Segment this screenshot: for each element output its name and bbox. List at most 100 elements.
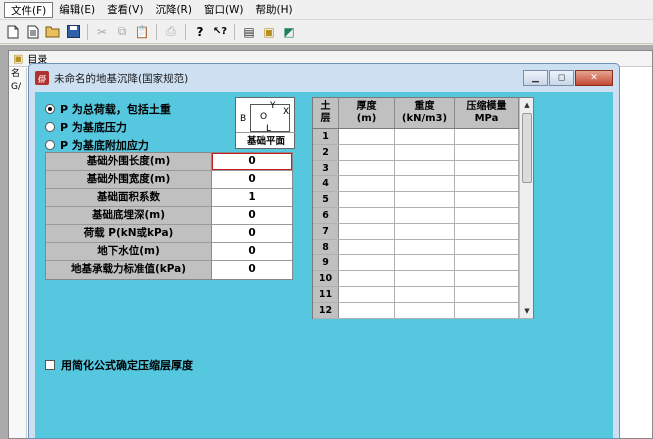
directory-icon[interactable]: ▣	[260, 23, 278, 41]
header-text: MPa	[474, 113, 499, 124]
thickness-cell[interactable]	[339, 223, 395, 239]
thickness-cell[interactable]	[339, 302, 395, 318]
unit-weight-cell[interactable]	[395, 192, 455, 207]
unit-weight-cell[interactable]	[395, 271, 455, 286]
modulus-cell[interactable]	[455, 223, 519, 239]
save-icon[interactable]	[64, 23, 82, 41]
radio-additional-stress[interactable]: P 为基底附加应力	[45, 137, 149, 153]
param-length-value[interactable]: 0	[212, 153, 292, 170]
plan-caption: 基础平面	[236, 132, 296, 147]
row-number: 7	[313, 223, 339, 239]
param-row-area-coef: 基础面积系数 1	[46, 189, 292, 207]
unit-weight-cell[interactable]	[395, 255, 455, 271]
toolbar-separator	[234, 23, 235, 40]
plan-x-label: X	[283, 107, 290, 117]
directory-tab-name[interactable]: 名	[9, 68, 26, 81]
thickness-cell[interactable]	[339, 286, 395, 302]
modulus-cell[interactable]	[455, 176, 519, 192]
modulus-cell[interactable]	[455, 207, 519, 223]
param-load-value[interactable]: 0	[212, 225, 292, 242]
table-row: 3	[313, 160, 533, 177]
menu-window[interactable]: 窗口(W)	[198, 2, 250, 18]
print-icon[interactable]: ⎙	[162, 23, 180, 41]
menu-settlement[interactable]: 沉降(R)	[149, 2, 198, 18]
thickness-cell[interactable]	[339, 255, 395, 271]
modulus-cell[interactable]	[455, 160, 519, 176]
header-compression-modulus: 压缩模量 MPa	[455, 98, 519, 128]
header-text: (m)	[356, 113, 377, 124]
param-label: 基础外围宽度(m)	[46, 171, 212, 188]
unit-weight-cell[interactable]	[395, 286, 455, 302]
help-icon[interactable]: ?	[191, 23, 209, 41]
new-file-icon[interactable]	[4, 23, 22, 41]
menu-help[interactable]: 帮助(H)	[250, 2, 299, 18]
radio-indicator[interactable]	[45, 104, 55, 114]
minimize-button[interactable]: ▁	[523, 70, 548, 86]
param-width-value[interactable]: 0	[212, 171, 292, 188]
list-icon[interactable]: ▤	[240, 23, 258, 41]
scroll-down-icon[interactable]: ▼	[520, 304, 534, 318]
directory-tab-g[interactable]: G/	[9, 81, 26, 94]
radio-indicator[interactable]	[45, 122, 55, 132]
radio-label: P 为基底压力	[60, 121, 127, 134]
simplified-formula-option[interactable]: 用简化公式确定压缩层厚度	[45, 357, 193, 373]
toolbar-separator	[156, 23, 157, 40]
thickness-cell[interactable]	[339, 207, 395, 223]
modulus-cell[interactable]	[455, 271, 519, 286]
modulus-cell[interactable]	[455, 129, 519, 144]
modulus-cell[interactable]	[455, 144, 519, 160]
header-text: 压缩模量	[466, 101, 507, 112]
soil-table-scrollbar[interactable]: ▲ ▼	[519, 98, 533, 318]
param-label: 基础面积系数	[46, 189, 212, 206]
unit-weight-cell[interactable]	[395, 144, 455, 160]
thickness-cell[interactable]	[339, 271, 395, 286]
unit-weight-cell[interactable]	[395, 223, 455, 239]
menu-view[interactable]: 查看(V)	[101, 2, 149, 18]
param-water-level-value[interactable]: 0	[212, 243, 292, 260]
unit-weight-cell[interactable]	[395, 160, 455, 176]
modulus-cell[interactable]	[455, 286, 519, 302]
copy-icon[interactable]: ⧉	[113, 23, 131, 41]
param-row-water-level: 地下水位(m) 0	[46, 243, 292, 261]
toolbar-separator	[87, 23, 88, 40]
unit-weight-cell[interactable]	[395, 129, 455, 144]
param-bearing-value[interactable]: 0	[212, 261, 292, 279]
thickness-cell[interactable]	[339, 192, 395, 207]
radio-total-load[interactable]: P 为总荷载，包括土重	[45, 101, 171, 117]
param-label: 地基承载力标准值(kPa)	[46, 261, 212, 279]
cut-icon[interactable]: ✂	[93, 23, 111, 41]
close-button[interactable]: ✕	[575, 70, 613, 86]
param-depth-value[interactable]: 0	[212, 207, 292, 224]
thickness-cell[interactable]	[339, 144, 395, 160]
thickness-cell[interactable]	[339, 160, 395, 176]
scroll-thumb[interactable]	[522, 113, 532, 183]
paste-icon[interactable]: 📋	[133, 23, 151, 41]
modulus-cell[interactable]	[455, 302, 519, 318]
parameter-grid: 基础外围长度(m) 0 基础外围宽度(m) 0 基础面积系数 1 基础底埋深(m…	[45, 152, 293, 280]
unit-weight-cell[interactable]	[395, 302, 455, 318]
open-folder-icon[interactable]	[44, 23, 62, 41]
document-icon[interactable]	[24, 23, 42, 41]
unit-weight-cell[interactable]	[395, 207, 455, 223]
edit-chart-icon[interactable]: ◩	[280, 23, 298, 41]
row-number: 2	[313, 144, 339, 160]
menu-edit[interactable]: 编辑(E)	[53, 2, 101, 18]
radio-indicator[interactable]	[45, 140, 55, 150]
menu-file[interactable]: 文件(F)	[4, 1, 54, 18]
thickness-cell[interactable]	[339, 239, 395, 255]
unit-weight-cell[interactable]	[395, 239, 455, 255]
thickness-cell[interactable]	[339, 129, 395, 144]
radio-base-pressure[interactable]: P 为基底压力	[45, 119, 127, 135]
scroll-up-icon[interactable]: ▲	[520, 98, 534, 112]
context-help-icon[interactable]: ↖?	[211, 23, 229, 41]
modulus-cell[interactable]	[455, 192, 519, 207]
modulus-cell[interactable]	[455, 239, 519, 255]
param-area-coef-value[interactable]: 1	[212, 189, 292, 206]
simplified-formula-checkbox[interactable]	[45, 360, 55, 370]
plan-y-label: Y	[270, 101, 276, 111]
settlement-window: ∰ 未命名的地基沉降(国家规范) ▁ ◻ ✕ P 为总荷载，包括土重 P 为基底…	[28, 63, 620, 439]
thickness-cell[interactable]	[339, 176, 395, 192]
modulus-cell[interactable]	[455, 255, 519, 271]
restore-button[interactable]: ◻	[549, 70, 574, 86]
unit-weight-cell[interactable]	[395, 176, 455, 192]
